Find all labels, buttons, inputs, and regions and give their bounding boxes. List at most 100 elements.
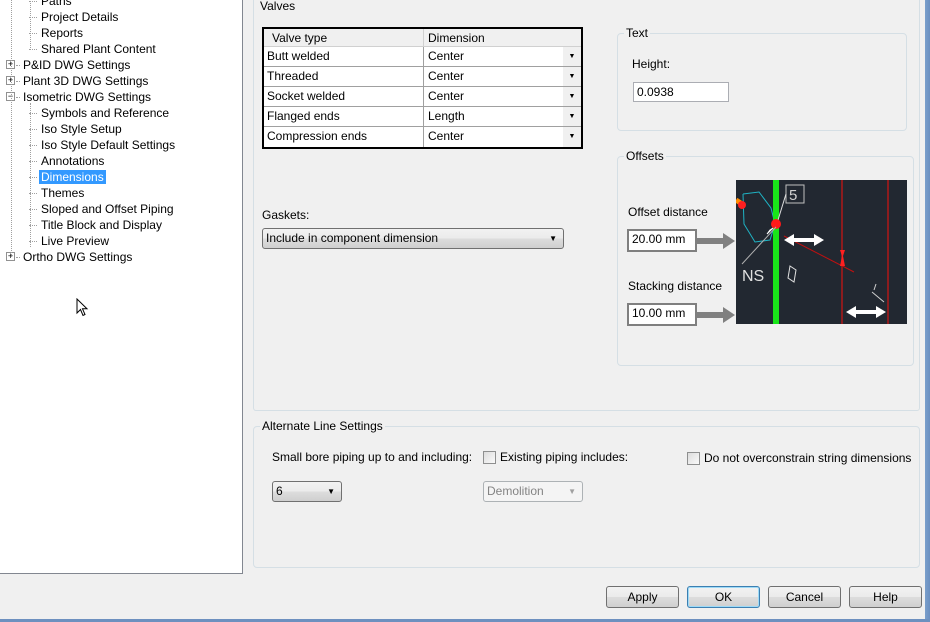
- height-input[interactable]: 0.0938: [633, 82, 729, 102]
- dimension-value: Center: [428, 129, 465, 143]
- tree-item-label: Themes: [41, 186, 85, 200]
- tree-connector: [16, 81, 20, 82]
- tree-connector: [30, 0, 31, 50]
- window-border: [925, 0, 930, 622]
- tree-item[interactable]: Live Preview: [29, 233, 111, 249]
- tree-item[interactable]: Symbols and Reference: [29, 105, 171, 121]
- tree-item-label: Reports: [41, 26, 84, 40]
- tree-item-label: Plant 3D DWG Settings: [23, 74, 149, 88]
- valves-grid: Valve type Dimension Butt welded Center ▼ T…: [262, 27, 583, 149]
- gaskets-dropdown[interactable]: Include in component dimension ▼: [262, 228, 564, 249]
- stacking-distance-input[interactable]: 10.00 mm: [627, 303, 697, 326]
- offset-distance-label: Offset distance: [628, 205, 708, 219]
- existing-piping-label: Existing piping includes:: [500, 450, 629, 464]
- valves-title: Valves: [260, 0, 296, 13]
- svg-text:NS: NS: [742, 268, 764, 285]
- chevron-down-icon: ▼: [568, 487, 576, 496]
- dimension-value: Center: [428, 49, 465, 63]
- stacking-arrow-icon: [697, 307, 735, 323]
- tree-item-label: Shared Plant Content: [41, 42, 156, 56]
- tree-item[interactable]: Iso Style Setup: [29, 121, 124, 137]
- grid-header: Valve type Dimension: [264, 29, 581, 47]
- tree-item-label: Paths: [41, 0, 72, 8]
- existing-piping-value: Demolition: [487, 484, 544, 498]
- column-header-valve-type[interactable]: Valve type: [264, 29, 424, 46]
- table-row[interactable]: Flanged ends Length ▼: [264, 107, 581, 127]
- tree-item-label: Iso Style Setup: [41, 122, 122, 136]
- chevron-down-icon: ▼: [327, 487, 335, 496]
- chevron-down-icon[interactable]: ▼: [563, 127, 581, 147]
- tree-item[interactable]: Reports: [29, 25, 85, 41]
- offset-arrow-icon: [697, 233, 735, 249]
- tree-item-label: Title Block and Display: [41, 218, 162, 232]
- tree-item[interactable]: + Ortho DWG Settings: [6, 249, 134, 265]
- small-bore-dropdown[interactable]: 6 ▼: [272, 481, 342, 502]
- offsets-preview-image: 5 NS: [736, 180, 907, 324]
- chevron-down-icon[interactable]: ▼: [563, 87, 581, 106]
- dimension-value: Length: [428, 109, 465, 123]
- help-button[interactable]: Help: [849, 586, 922, 608]
- dimension-cell[interactable]: Center ▼: [424, 127, 581, 147]
- tree-item-label: Isometric DWG Settings: [23, 90, 152, 104]
- dimension-cell[interactable]: Center ▼: [424, 67, 581, 86]
- chevron-down-icon[interactable]: ▼: [563, 47, 581, 66]
- tree-item-label: Annotations: [41, 154, 105, 168]
- offset-distance-input[interactable]: 20.00 mm: [627, 229, 697, 252]
- tree-item[interactable]: Themes: [29, 185, 86, 201]
- dimension-cell[interactable]: Length ▼: [424, 107, 581, 126]
- dimension-cell[interactable]: Center ▼: [424, 47, 581, 66]
- valve-type-cell: Threaded: [264, 67, 424, 86]
- height-label: Height:: [632, 57, 671, 71]
- valve-type-cell: Compression ends: [264, 127, 424, 147]
- text-group-title: Text: [624, 26, 651, 40]
- offsets-group-title: Offsets: [624, 149, 666, 163]
- tree-item[interactable]: − Isometric DWG Settings: [6, 89, 153, 105]
- settings-tree[interactable]: Paths Project Details Reports Shared Plant …: [0, 0, 243, 574]
- dimension-cell[interactable]: Center ▼: [424, 87, 581, 106]
- tree-item-label: Symbols and Reference: [41, 106, 170, 120]
- small-bore-value: 6: [276, 484, 283, 498]
- mouse-cursor-icon: [76, 298, 89, 317]
- tree-connector: [11, 0, 12, 257]
- tree-item[interactable]: Title Block and Display: [29, 217, 164, 233]
- dimension-value: Center: [428, 89, 465, 103]
- column-header-dimension[interactable]: Dimension: [424, 29, 581, 46]
- table-row[interactable]: Socket welded Center ▼: [264, 87, 581, 107]
- apply-button[interactable]: Apply: [606, 586, 679, 608]
- svg-text:5: 5: [789, 187, 797, 204]
- existing-piping-dropdown[interactable]: Demolition ▼: [483, 481, 583, 502]
- small-bore-label: Small bore piping up to and including:: [272, 450, 473, 464]
- ok-button[interactable]: OK: [687, 586, 760, 608]
- valve-type-cell: Butt welded: [264, 47, 424, 66]
- tree-item[interactable]: Paths: [29, 0, 74, 9]
- tree-item-label: Project Details: [41, 10, 119, 24]
- table-row[interactable]: Compression ends Center ▼: [264, 127, 581, 147]
- dimension-value: Center: [428, 69, 465, 83]
- gaskets-value: Include in component dimension: [266, 231, 439, 245]
- cancel-button[interactable]: Cancel: [768, 586, 841, 608]
- alternate-line-group: Alternate Line Settings: [253, 419, 920, 568]
- table-row[interactable]: Butt welded Center ▼: [264, 47, 581, 67]
- tree-item[interactable]: + P&ID DWG Settings: [6, 57, 132, 73]
- overconstrain-label: Do not overconstrain string dimensions: [704, 451, 912, 465]
- tree-item[interactable]: Dimensions: [29, 169, 106, 185]
- tree-connector: [30, 103, 31, 247]
- tree-item-label: P&ID DWG Settings: [23, 58, 131, 72]
- stacking-distance-label: Stacking distance: [628, 279, 723, 293]
- preview-drawing: 5 NS: [736, 180, 889, 324]
- tree-item[interactable]: Iso Style Default Settings: [29, 137, 177, 153]
- table-row[interactable]: Threaded Center ▼: [264, 67, 581, 87]
- tree-item[interactable]: Annotations: [29, 153, 106, 169]
- tree-item[interactable]: Sloped and Offset Piping: [29, 201, 176, 217]
- tree-connector: [16, 257, 20, 258]
- chevron-down-icon[interactable]: ▼: [563, 67, 581, 86]
- existing-piping-checkbox[interactable]: [483, 451, 496, 464]
- overconstrain-checkbox[interactable]: [687, 452, 700, 465]
- tree-item-label: Dimensions: [39, 170, 106, 184]
- tree-item[interactable]: + Plant 3D DWG Settings: [6, 73, 150, 89]
- tree-item[interactable]: Project Details: [29, 9, 120, 25]
- chevron-down-icon: ▼: [549, 234, 557, 243]
- chevron-down-icon[interactable]: ▼: [563, 107, 581, 126]
- valve-type-cell: Socket welded: [264, 87, 424, 106]
- tree-item[interactable]: Shared Plant Content: [29, 41, 158, 57]
